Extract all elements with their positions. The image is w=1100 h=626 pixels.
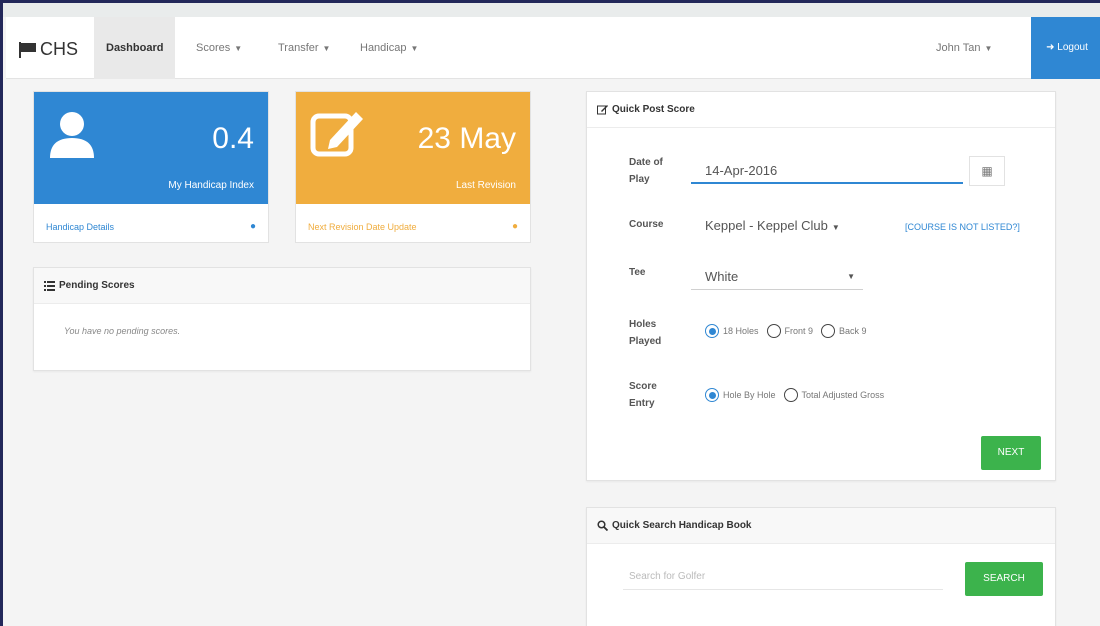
next-revision-label: Next Revision Date Update <box>308 222 417 232</box>
total-adjusted-gross-label: Total Adjusted Gross <box>801 390 885 400</box>
course-select[interactable]: Keppel - Keppel Club ▼ <box>705 218 840 233</box>
next-revision-link[interactable]: Next Revision Date Update ● <box>296 212 530 242</box>
edit-icon <box>310 112 363 157</box>
user-name: John Tan <box>936 42 981 54</box>
holes-label-line1: Holes <box>629 319 657 330</box>
arrow-circle-icon: ● <box>249 221 256 232</box>
pending-scores-title: Pending Scores <box>59 279 135 291</box>
logout-label: Logout <box>1057 42 1088 53</box>
tee-label: Tee <box>629 267 646 278</box>
revision-tile-top: 23 May Last Revision <box>296 92 530 204</box>
handicap-details-label: Handicap Details <box>46 222 115 232</box>
window-top-strip <box>3 3 1100 17</box>
hole-by-hole-radio[interactable] <box>705 388 719 402</box>
quick-post-score-header: Quick Post Score <box>587 92 1055 128</box>
holes-label: Holes Played <box>629 316 661 350</box>
date-label-line2: Play <box>629 174 650 185</box>
next-button[interactable]: NEXT <box>981 436 1041 470</box>
revision-caption: Last Revision <box>455 180 516 191</box>
calendar-icon: ▦ <box>981 164 993 178</box>
caret-down-icon: ▼ <box>847 272 855 281</box>
date-label: Date of Play <box>629 154 663 188</box>
entry-label: Score Entry <box>629 378 657 412</box>
quick-post-score-panel: Quick Post Score Date of Play 14-Apr-201… <box>586 91 1056 481</box>
holes-label-line2: Played <box>629 336 662 347</box>
course-label: Course <box>629 219 664 230</box>
revision-date-value: 23 May <box>417 122 516 155</box>
date-label-line1: Date of <box>629 157 663 168</box>
edit-icon <box>597 105 608 115</box>
entry-label-line2: Entry <box>629 398 655 409</box>
user-menu[interactable]: John Tan ▼ <box>924 17 1004 79</box>
caret-down-icon: ▼ <box>322 44 331 53</box>
navbar: CHS Dashboard Scores ▼ Transfer ▼ Handicap… <box>6 17 1100 79</box>
holes-18-radio[interactable] <box>705 324 719 338</box>
quick-search-panel: Quick Search Handicap Book Search for Go… <box>586 507 1056 626</box>
hole-by-hole-label: Hole By Hole <box>723 390 776 400</box>
holes-radio-group: 18 Holes Front 9 Back 9 <box>705 324 867 338</box>
pending-scores-message: You have no pending scores. <box>64 326 181 336</box>
flag-icon <box>19 41 36 58</box>
tee-value: White <box>705 269 739 284</box>
course-value: Keppel - Keppel Club <box>705 218 828 233</box>
date-input[interactable]: 14-Apr-2016 <box>691 158 963 184</box>
caret-down-icon: ▼ <box>234 44 243 53</box>
handicap-details-link[interactable]: Handicap Details ● <box>34 212 268 242</box>
search-button[interactable]: SEARCH <box>965 562 1043 596</box>
search-icon <box>597 520 608 531</box>
front-9-label: Front 9 <box>784 326 814 336</box>
back-9-radio[interactable] <box>821 324 836 338</box>
course-not-listed-link[interactable]: [COURSE IS NOT LISTED?] <box>905 222 1020 232</box>
handicap-index-caption: My Handicap Index <box>168 180 254 191</box>
handicap-tile: 0.4 My Handicap Index Handicap Details ● <box>33 91 269 243</box>
revision-tile: 23 May Last Revision Next Revision Date … <box>295 91 531 243</box>
quick-search-header: Quick Search Handicap Book <box>587 508 1055 544</box>
entry-radio-group: Hole By Hole Total Adjusted Gross <box>705 388 884 402</box>
list-icon <box>44 281 55 291</box>
logout-button[interactable]: ➜ Logout <box>1031 17 1100 79</box>
total-adjusted-gross-radio[interactable] <box>783 388 798 402</box>
caret-down-icon: ▼ <box>831 223 840 232</box>
logout-icon: ➜ <box>1046 42 1055 53</box>
nav-scores[interactable]: Scores ▼ <box>184 17 254 79</box>
handicap-tile-top: 0.4 My Handicap Index <box>34 92 268 204</box>
user-icon <box>50 112 94 158</box>
back-9-label: Back 9 <box>839 326 867 336</box>
caret-down-icon: ▼ <box>984 44 993 53</box>
pending-scores-panel: Pending Scores You have no pending score… <box>33 267 531 371</box>
quick-search-title: Quick Search Handicap Book <box>612 519 752 531</box>
app-window: CHS Dashboard Scores ▼ Transfer ▼ Handicap… <box>0 0 1100 626</box>
brand-name: CHS <box>40 39 79 59</box>
quick-post-score-title: Quick Post Score <box>612 103 695 115</box>
nav-dashboard-label: Dashboard <box>106 42 164 54</box>
brand[interactable]: CHS <box>18 39 78 60</box>
nav-transfer[interactable]: Transfer ▼ <box>266 17 342 79</box>
arrow-circle-icon: ● <box>511 221 518 232</box>
golfer-search-input[interactable]: Search for Golfer <box>623 564 943 590</box>
pending-scores-header: Pending Scores <box>34 268 530 304</box>
nav-scores-label: Scores <box>196 42 231 54</box>
nav-dashboard[interactable]: Dashboard <box>94 17 176 79</box>
calendar-button[interactable]: ▦ <box>969 156 1005 186</box>
nav-handicap-label: Handicap <box>360 42 407 54</box>
handicap-index-value: 0.4 <box>212 122 254 155</box>
nav-handicap[interactable]: Handicap ▼ <box>348 17 430 79</box>
tee-select[interactable]: White ▼ <box>691 264 863 290</box>
caret-down-icon: ▼ <box>410 44 419 53</box>
holes-18-label: 18 Holes <box>723 326 759 336</box>
entry-label-line1: Score <box>629 381 657 392</box>
nav-transfer-label: Transfer <box>278 42 319 54</box>
front-9-radio[interactable] <box>766 324 781 338</box>
